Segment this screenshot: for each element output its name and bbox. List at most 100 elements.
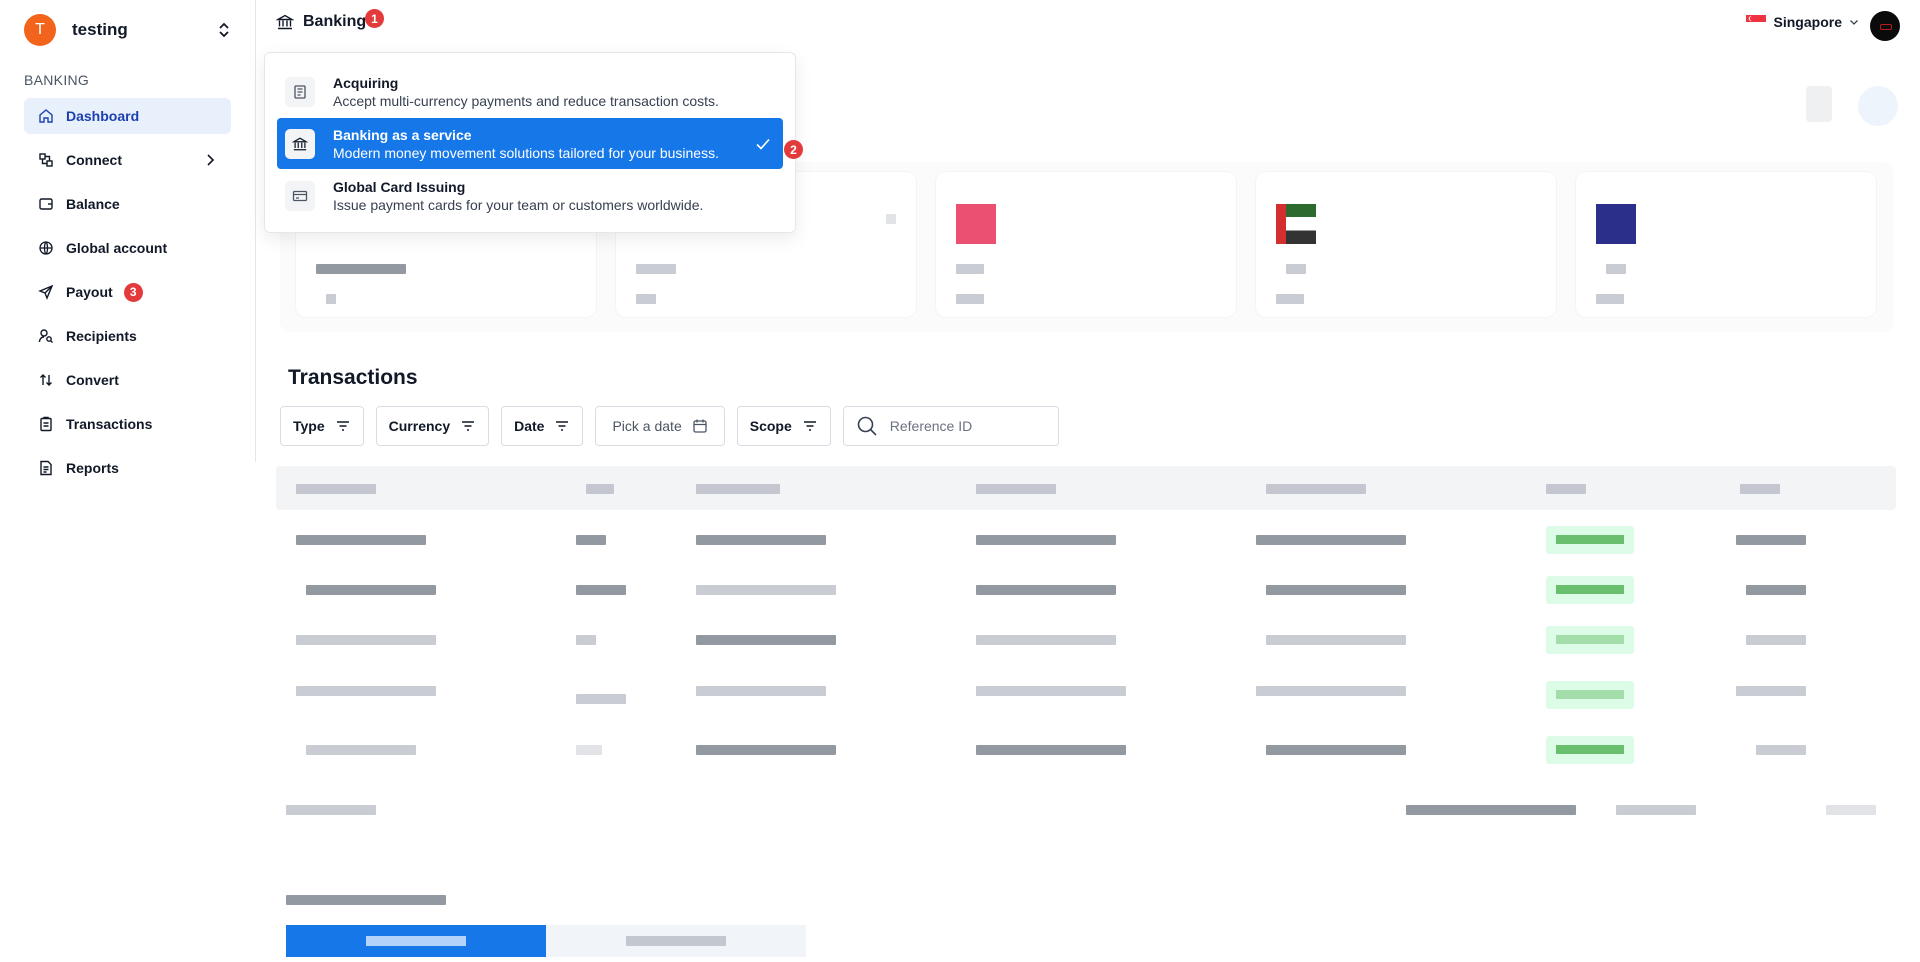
blurred-value bbox=[1286, 264, 1306, 274]
blurred-value bbox=[1276, 294, 1304, 304]
home-icon bbox=[39, 109, 53, 123]
clipboard-icon bbox=[40, 416, 52, 432]
table-header bbox=[276, 466, 1896, 510]
sidebar-divider bbox=[255, 0, 256, 462]
sidebar: T testing BANKING Dashboard Connect Bala… bbox=[0, 0, 256, 962]
sidebar-item-label: Connect bbox=[66, 152, 122, 168]
check-icon bbox=[756, 138, 770, 150]
sidebar-item-reports[interactable]: Reports bbox=[24, 450, 231, 486]
menu-item-global-card-issuing[interactable]: Global Card Issuing Issue payment cards … bbox=[277, 170, 783, 221]
chevron-down-icon bbox=[1850, 20, 1858, 25]
transactions-title: Transactions bbox=[288, 366, 418, 389]
date-filter[interactable]: Date bbox=[501, 406, 584, 446]
sidebar-item-payout[interactable]: Payout 3 bbox=[24, 274, 231, 310]
filter-icon bbox=[462, 421, 475, 431]
menu-item-acquiring[interactable]: Acquiring Accept multi-currency payments… bbox=[277, 66, 783, 117]
blurred-header bbox=[1266, 484, 1366, 494]
flag-icon bbox=[1596, 204, 1636, 244]
menu-item-title: Banking as a service bbox=[333, 126, 472, 143]
filter-icon bbox=[803, 421, 816, 431]
search-icon bbox=[857, 416, 877, 436]
menu-item-desc: Accept multi-currency payments and reduc… bbox=[333, 92, 719, 109]
user-avatar[interactable] bbox=[1870, 11, 1900, 41]
region-selector[interactable]: Singapore bbox=[1745, 14, 1860, 30]
blurred-value bbox=[956, 294, 984, 304]
blurred-header bbox=[696, 484, 780, 494]
sidebar-item-label: Payout bbox=[66, 284, 113, 300]
date-picker-label: Pick a date bbox=[612, 418, 682, 434]
sidebar-item-label: Convert bbox=[66, 372, 119, 388]
sidebar-item-label: Dashboard bbox=[66, 108, 140, 124]
balance-card[interactable] bbox=[936, 172, 1236, 317]
payout-badge: 3 bbox=[123, 282, 143, 302]
topbar: Banking 1 Singapore bbox=[256, 0, 1920, 52]
menu-item-banking-as-a-service[interactable]: Banking as a service Modern money moveme… bbox=[277, 118, 783, 169]
chevron-right-icon bbox=[207, 154, 215, 166]
filter-label: Type bbox=[293, 418, 325, 434]
send-icon bbox=[38, 284, 54, 300]
balance-card[interactable] bbox=[1256, 172, 1556, 317]
filter-icon bbox=[556, 421, 569, 431]
flag-icon bbox=[956, 204, 996, 244]
blurred-action bbox=[1858, 86, 1898, 126]
sidebar-item-global-account[interactable]: Global account bbox=[24, 230, 231, 266]
filter-icon bbox=[336, 421, 349, 431]
document-icon bbox=[40, 460, 52, 476]
arrows-up-down-icon bbox=[40, 374, 52, 386]
blurred-section-title bbox=[286, 895, 446, 905]
balance-card[interactable] bbox=[1576, 172, 1876, 317]
flag-icon bbox=[1276, 204, 1316, 244]
scope-filter[interactable]: Scope bbox=[736, 406, 831, 446]
menu-item-title: Global Card Issuing bbox=[333, 178, 466, 195]
sidebar-item-balance[interactable]: Balance bbox=[24, 186, 231, 222]
section-label: BANKING bbox=[24, 72, 90, 88]
sidebar-item-convert[interactable]: Convert bbox=[24, 362, 231, 398]
bank-icon bbox=[276, 14, 294, 30]
product-switcher[interactable]: Banking bbox=[276, 13, 366, 31]
org-switcher[interactable]: T testing bbox=[24, 14, 234, 46]
bank-icon bbox=[285, 128, 315, 159]
sidebar-item-label: Balance bbox=[66, 196, 120, 212]
wallet-icon bbox=[39, 198, 53, 210]
filter-label: Currency bbox=[388, 418, 451, 434]
sidebar-item-transactions[interactable]: Transactions bbox=[24, 406, 231, 442]
type-filter[interactable]: Type bbox=[280, 406, 364, 446]
blurred-pagination[interactable] bbox=[1616, 805, 1696, 815]
menu-item-desc: Modern money movement solutions tailored… bbox=[333, 144, 719, 161]
blurred-header bbox=[976, 484, 1056, 494]
credit-card-icon bbox=[285, 180, 315, 211]
product-label: Banking bbox=[303, 13, 367, 30]
sidebar-item-label: Reports bbox=[66, 460, 119, 476]
org-avatar: T bbox=[24, 14, 56, 46]
currency-filter[interactable]: Currency bbox=[375, 406, 490, 446]
reference-id-input[interactable] bbox=[889, 418, 1050, 434]
blurred-pagination-info bbox=[286, 805, 376, 815]
reference-search[interactable] bbox=[842, 406, 1059, 446]
status-badge bbox=[1546, 526, 1634, 554]
blurred-value bbox=[1606, 264, 1626, 274]
region-label: Singapore bbox=[1773, 14, 1842, 30]
date-picker[interactable]: Pick a date bbox=[595, 406, 725, 446]
chevron-up-down-icon[interactable] bbox=[214, 20, 234, 40]
blurred-tab-bar[interactable] bbox=[286, 925, 806, 957]
blurred-header bbox=[586, 484, 614, 494]
menu-item-desc: Issue payment cards for your team or cus… bbox=[333, 196, 704, 213]
sidebar-item-recipients[interactable]: Recipients bbox=[24, 318, 231, 354]
blurred-value bbox=[886, 214, 896, 224]
sidebar-item-dashboard[interactable]: Dashboard bbox=[24, 98, 231, 134]
blurred-value bbox=[316, 264, 406, 274]
filter-label: Date bbox=[514, 418, 545, 434]
sidebar-item-label: Global account bbox=[66, 240, 168, 256]
sidebar-nav: Dashboard Connect Balance Global account… bbox=[24, 98, 231, 494]
receipt-icon bbox=[285, 76, 315, 107]
blurred-value bbox=[326, 294, 336, 304]
filter-bar: Type Currency Date Pick a date Scope bbox=[280, 406, 1059, 446]
status-badge bbox=[1546, 626, 1634, 654]
blurred-pagination[interactable] bbox=[1406, 805, 1576, 815]
blurred-pagination[interactable] bbox=[1826, 805, 1876, 815]
status-badge bbox=[1546, 681, 1634, 709]
blurred-header bbox=[1740, 484, 1780, 494]
blurred-value bbox=[636, 264, 676, 274]
sidebar-item-connect[interactable]: Connect bbox=[24, 142, 231, 178]
blurred-value bbox=[1596, 294, 1624, 304]
